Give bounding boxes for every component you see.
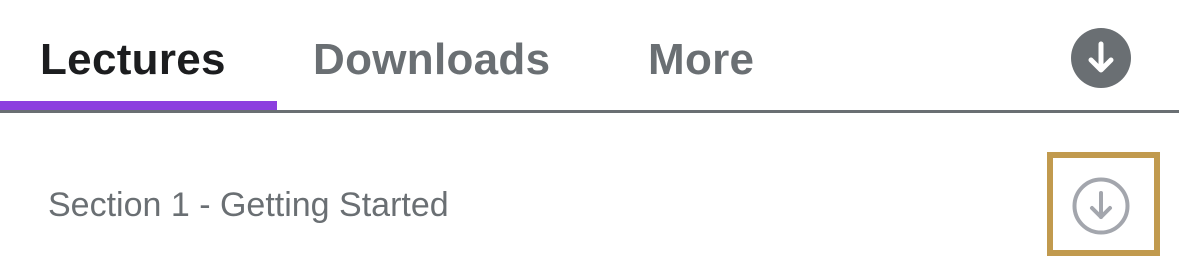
section-row[interactable]: Section 1 - Getting Started [0,113,1179,265]
tab-bar: Lectures Downloads More [0,0,1179,113]
tab-lectures[interactable]: Lectures [40,30,226,90]
download-circle-icon [1072,177,1130,235]
section-download-button[interactable] [1071,176,1131,236]
active-tab-indicator [0,101,277,110]
tab-more[interactable]: More [648,30,754,90]
section-title: Section 1 - Getting Started [48,186,449,224]
download-all-button[interactable] [1071,28,1131,88]
download-arrow-icon [1088,41,1114,73]
tab-downloads[interactable]: Downloads [313,30,550,90]
